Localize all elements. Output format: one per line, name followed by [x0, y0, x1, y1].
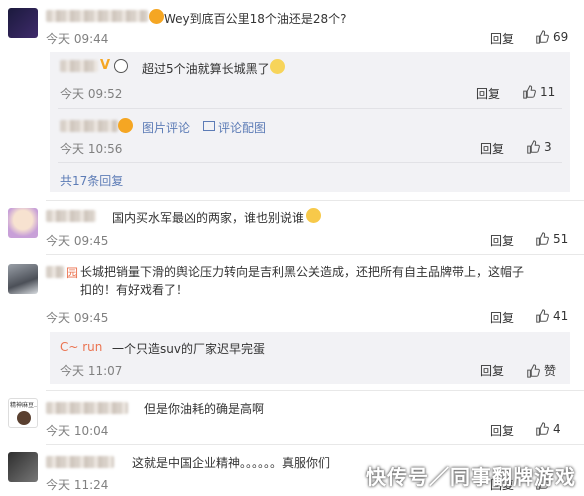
username-blurred[interactable] [46, 402, 128, 414]
watermark: 快传号／同事翻牌游戏 [366, 465, 576, 489]
comment-text: 国内买水军最凶的两家，谁也别说谁 [112, 211, 305, 225]
avatar[interactable] [8, 452, 38, 482]
thumb-up-icon [527, 140, 540, 154]
image-comment-link[interactable]: 图片评论 [142, 119, 190, 136]
comment-time: 今天 09:45 [46, 311, 109, 325]
username-blurred[interactable] [46, 210, 96, 222]
emoji-icon [306, 208, 321, 223]
comment-time: 今天 09:45 [46, 234, 109, 248]
comment-item: Wey到底百公里18个油还是28个? 今天 09:44 回复 69 V 超过5个… [0, 0, 584, 200]
avatar[interactable] [8, 208, 38, 238]
emoji-icon [118, 118, 133, 133]
comment-text: Wey到底百公里18个油还是28个? [164, 12, 347, 26]
reply-box: V 超过5个油就算长城黑了 今天 09:52 回复 11 图片评论 评论配图 今… [50, 52, 570, 192]
reply-button[interactable]: 回复 [476, 85, 500, 102]
thumb-up-icon [536, 232, 549, 246]
like-button[interactable]: 4 [535, 422, 561, 436]
comment-time: 今天 10:04 [46, 424, 109, 438]
comment-text: 但是你油耗的确是高啊 [144, 402, 265, 416]
bear-icon [17, 411, 31, 425]
avatar[interactable]: 精神麻豆… [8, 398, 38, 428]
reply-button[interactable]: 回复 [490, 232, 514, 249]
vip-icon: V [100, 58, 111, 73]
username-blurred[interactable] [60, 120, 118, 132]
comment-text: 这就是中国企业精神。。。。。。真服你们 [132, 456, 331, 470]
reply-text: 一个只造suv的厂家迟早完蛋 [112, 342, 265, 356]
reply-username[interactable]: C~ run [60, 340, 102, 354]
avatar[interactable] [8, 264, 38, 294]
username-blurred[interactable] [46, 266, 64, 278]
like-count: 69 [553, 30, 569, 44]
emoji-icon [270, 59, 285, 74]
image-comment-link[interactable]: 评论配图 [218, 119, 266, 136]
username-suffix[interactable]: 园 [66, 264, 78, 281]
thumb-up-icon [536, 422, 549, 436]
like-button[interactable]: 3 [526, 140, 552, 154]
reply-time: 今天 10:56 [60, 142, 123, 156]
thumb-up-icon [527, 363, 540, 378]
thumb-up-icon [536, 309, 549, 323]
reply-button[interactable]: 回复 [490, 30, 514, 47]
comment-item: 国内买水军最凶的两家，谁也别说谁 今天 09:45 回复 51 [0, 200, 584, 254]
username-blurred[interactable] [46, 456, 114, 468]
like-count: 11 [540, 85, 556, 99]
reply-time: 今天 09:52 [60, 87, 123, 101]
thumb-up-icon [536, 30, 549, 44]
panda-icon [114, 59, 128, 73]
like-count: 51 [553, 232, 569, 246]
username-blurred[interactable] [46, 10, 148, 22]
avatar[interactable] [8, 8, 38, 38]
like-count: 3 [544, 140, 552, 154]
like-button[interactable]: 赞 [526, 362, 556, 379]
reply-button[interactable]: 回复 [490, 309, 514, 326]
like-count: 赞 [544, 364, 557, 378]
emoji-icon [149, 9, 164, 24]
comment-text: 长城把销量下滑的舆论压力转向是吉利黑公关造成，还把所有自主品牌带上，这帽子扣的！… [80, 265, 525, 297]
like-count: 41 [553, 309, 569, 323]
like-button[interactable]: 69 [535, 30, 568, 44]
like-button[interactable]: 41 [535, 309, 568, 323]
like-button[interactable]: 51 [535, 232, 568, 246]
divider [58, 108, 562, 109]
image-icon [203, 121, 215, 131]
reply-button[interactable]: 回复 [480, 362, 504, 379]
comment-item: 精神麻豆… 但是你油耗的确是高啊 今天 10:04 回复 4 [0, 390, 584, 444]
reply-time: 今天 11:07 [60, 364, 123, 378]
reply-button[interactable]: 回复 [480, 140, 504, 157]
thumb-up-icon [523, 85, 536, 99]
reply-box: C~ run 一个只造suv的厂家迟早完蛋 今天 11:07 回复 赞 [50, 332, 570, 384]
like-button[interactable]: 11 [522, 85, 555, 99]
divider [58, 162, 562, 163]
reply-button[interactable]: 回复 [490, 422, 514, 439]
reply-text: 超过5个油就算长城黑了 [142, 62, 270, 76]
like-count: 4 [553, 422, 561, 436]
username-blurred[interactable] [60, 60, 98, 72]
avatar-label: 精神麻豆… [10, 402, 38, 409]
comment-time: 今天 09:44 [46, 32, 109, 46]
more-replies-link[interactable]: 共17条回复 [60, 172, 123, 189]
comment-item: 园 长城把销量下滑的舆论压力转向是吉利黑公关造成，还把所有自主品牌带上，这帽子扣… [0, 254, 584, 390]
comment-time: 今天 11:24 [46, 478, 109, 492]
